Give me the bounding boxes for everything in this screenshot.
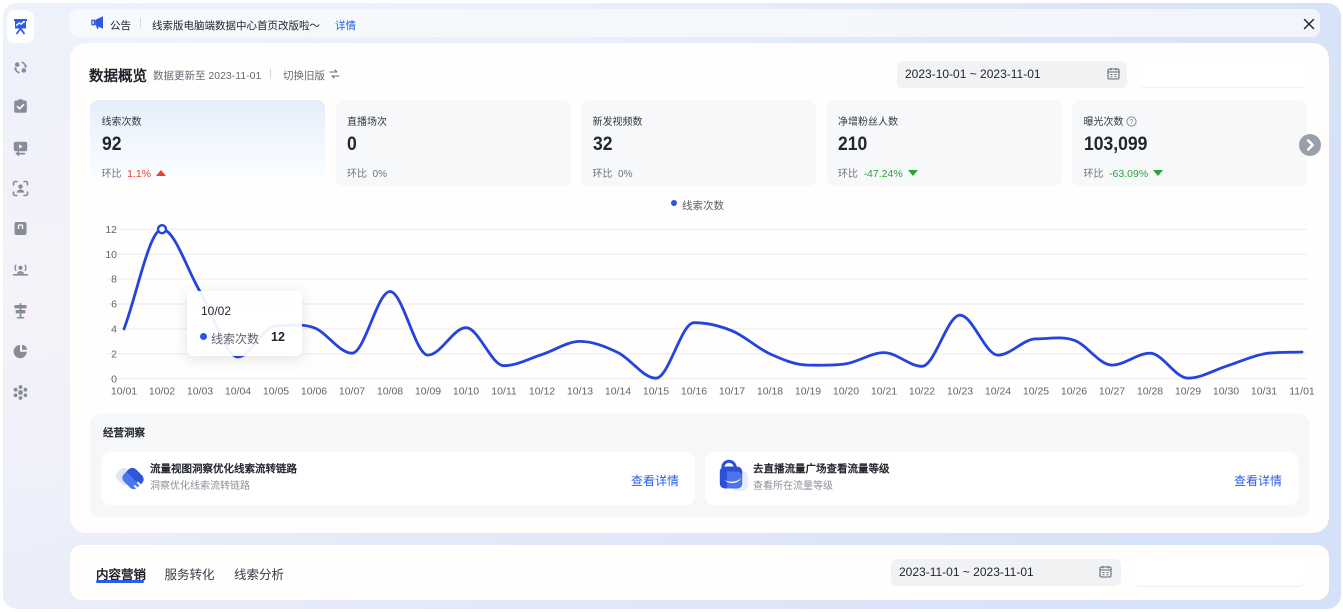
svg-text:10/24: 10/24 xyxy=(985,386,1011,398)
svg-text:11/01: 11/01 xyxy=(1289,386,1315,398)
svg-text:10/03: 10/03 xyxy=(187,386,213,398)
svg-text:8: 8 xyxy=(111,274,117,286)
svg-text:?: ? xyxy=(1130,119,1134,126)
svg-text:10/09: 10/09 xyxy=(415,386,441,398)
svg-text:6: 6 xyxy=(111,299,117,311)
svg-text:10/11: 10/11 xyxy=(491,386,517,398)
svg-text:10/08: 10/08 xyxy=(377,386,403,398)
svg-text:2: 2 xyxy=(111,349,117,361)
svg-text:10/12: 10/12 xyxy=(529,386,555,398)
svg-text:10/04: 10/04 xyxy=(225,386,251,398)
svg-text:10/13: 10/13 xyxy=(567,386,593,398)
svg-text:10/14: 10/14 xyxy=(605,386,631,398)
svg-text:10/17: 10/17 xyxy=(719,386,745,398)
svg-text:10/05: 10/05 xyxy=(263,386,289,398)
svg-text:10/02: 10/02 xyxy=(149,386,175,398)
svg-text:10/22: 10/22 xyxy=(909,386,935,398)
svg-text:10/26: 10/26 xyxy=(1061,386,1087,398)
svg-text:10/28: 10/28 xyxy=(1137,386,1163,398)
svg-text:10/21: 10/21 xyxy=(871,386,897,398)
svg-text:10/10: 10/10 xyxy=(453,386,479,398)
svg-text:10/16: 10/16 xyxy=(681,386,707,398)
svg-text:10/23: 10/23 xyxy=(947,386,973,398)
svg-text:10/31: 10/31 xyxy=(1251,386,1277,398)
svg-text:0: 0 xyxy=(111,373,117,385)
svg-text:10/29: 10/29 xyxy=(1175,386,1201,398)
svg-text:10/15: 10/15 xyxy=(643,386,669,398)
svg-text:10/25: 10/25 xyxy=(1023,386,1049,398)
svg-text:10/06: 10/06 xyxy=(301,386,327,398)
svg-text:12: 12 xyxy=(105,224,117,236)
svg-text:10/30: 10/30 xyxy=(1213,386,1239,398)
svg-text:10/19: 10/19 xyxy=(795,386,821,398)
svg-text:10: 10 xyxy=(105,249,117,261)
svg-text:10/07: 10/07 xyxy=(339,386,365,398)
svg-text:10/01: 10/01 xyxy=(111,386,137,398)
svg-text:10/18: 10/18 xyxy=(757,386,783,398)
svg-text:4: 4 xyxy=(111,324,117,336)
svg-text:10/20: 10/20 xyxy=(833,386,859,398)
svg-text:10/27: 10/27 xyxy=(1099,386,1125,398)
